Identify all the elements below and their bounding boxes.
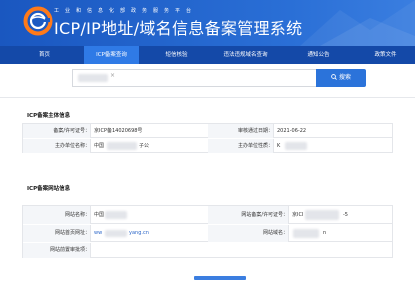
organizer-name-value: 中国 [94, 143, 105, 149]
logo-icon [23, 6, 53, 36]
organizer-type-label: 主办单位性质： [208, 139, 273, 153]
header-decoration [300, 0, 415, 46]
table-row: 网站名称： 中国 网站备案/许可证号： 京ICI -5 [23, 206, 392, 224]
redacted-search-text [78, 74, 108, 82]
table-row: 网站首页网址： ww yang.cn 网站域名： n [23, 225, 392, 242]
domain-label: 网站域名： [208, 225, 288, 242]
organizer-name-label: 主办单位名称： [23, 139, 90, 153]
nav-item-sms-verify[interactable]: 短信核验 [149, 46, 204, 64]
website-info-table: 网站名称： 中国 网站备案/许可证号： 京ICI -5 网站首页网址： ww y… [22, 205, 393, 258]
domain-value: n [323, 230, 327, 236]
search-button[interactable]: 搜索 [316, 69, 366, 87]
license-number-label: 备案/许可证号： [23, 124, 90, 138]
redacted-organizer-type [285, 142, 307, 150]
main-nav: 首页 ICP备案查询 短信核验 违法违规域名查询 通知公告 政策文件 [0, 46, 415, 64]
nav-item-illegal-domain[interactable]: 违法违规域名查询 [218, 46, 273, 64]
redacted-website-license [305, 210, 339, 220]
website-section-title: ICP备案网站信息 [27, 186, 71, 192]
website-license-suffix: -5 [343, 212, 348, 218]
organizer-name-suffix: 子公 [139, 143, 150, 149]
approval-date-label: 审核通过日期： [208, 124, 273, 138]
pre-approval-value [90, 243, 94, 258]
website-name-value: 中国 [94, 212, 105, 218]
search-button-label: 搜索 [338, 74, 351, 81]
bottom-action-bar[interactable] [194, 276, 246, 280]
page-title: ICP/IP地址/域名信息备案管理系统 [54, 19, 303, 38]
homepage-url-suffix[interactable]: yang.cn [125, 225, 149, 242]
table-row: 网站前置审批项： [23, 243, 392, 258]
homepage-url-label: 网站首页网址： [23, 225, 90, 242]
pre-approval-label: 网站前置审批项： [23, 243, 90, 258]
website-license-value: 京ICI [292, 212, 304, 218]
organizer-type-value: K [277, 143, 281, 149]
redacted-organizer-name [107, 142, 137, 150]
divider [0, 97, 415, 98]
header-subtitle: 工业和信息化部政务服务平台 [54, 8, 198, 14]
nav-item-home[interactable]: 首页 [17, 46, 72, 64]
website-license-label: 网站备案/许可证号： [208, 206, 288, 224]
nav-item-policies[interactable]: 政策文件 [358, 46, 413, 64]
search-clear-icon[interactable]: × [110, 72, 115, 79]
redacted-website-name [105, 211, 127, 219]
table-row: 备案/许可证号： 京ICP备14020698号 审核通过日期： 2021-06-… [23, 124, 392, 138]
redacted-domain [293, 229, 319, 238]
homepage-url-link[interactable]: ww [90, 225, 102, 242]
search-icon [331, 73, 337, 80]
subject-section-title: ICP备案主体信息 [27, 113, 71, 119]
table-row: 主办单位名称： 中国 子公 主办单位性质： K [23, 139, 392, 153]
nav-item-icp-query[interactable]: ICP备案查询 [84, 46, 139, 64]
nav-item-notices[interactable]: 通知公告 [291, 46, 346, 64]
redacted-homepage-url [105, 230, 127, 237]
site-header: 工业和信息化部政务服务平台 ICP/IP地址/域名信息备案管理系统 [0, 0, 415, 46]
subject-info-table: 备案/许可证号： 京ICP备14020698号 审核通过日期： 2021-06-… [22, 123, 393, 153]
license-number-value: 京ICP备14020698号 [94, 128, 143, 134]
search-input[interactable] [72, 69, 316, 87]
approval-date-value: 2021-06-22 [277, 128, 307, 134]
website-name-label: 网站名称： [23, 206, 90, 224]
